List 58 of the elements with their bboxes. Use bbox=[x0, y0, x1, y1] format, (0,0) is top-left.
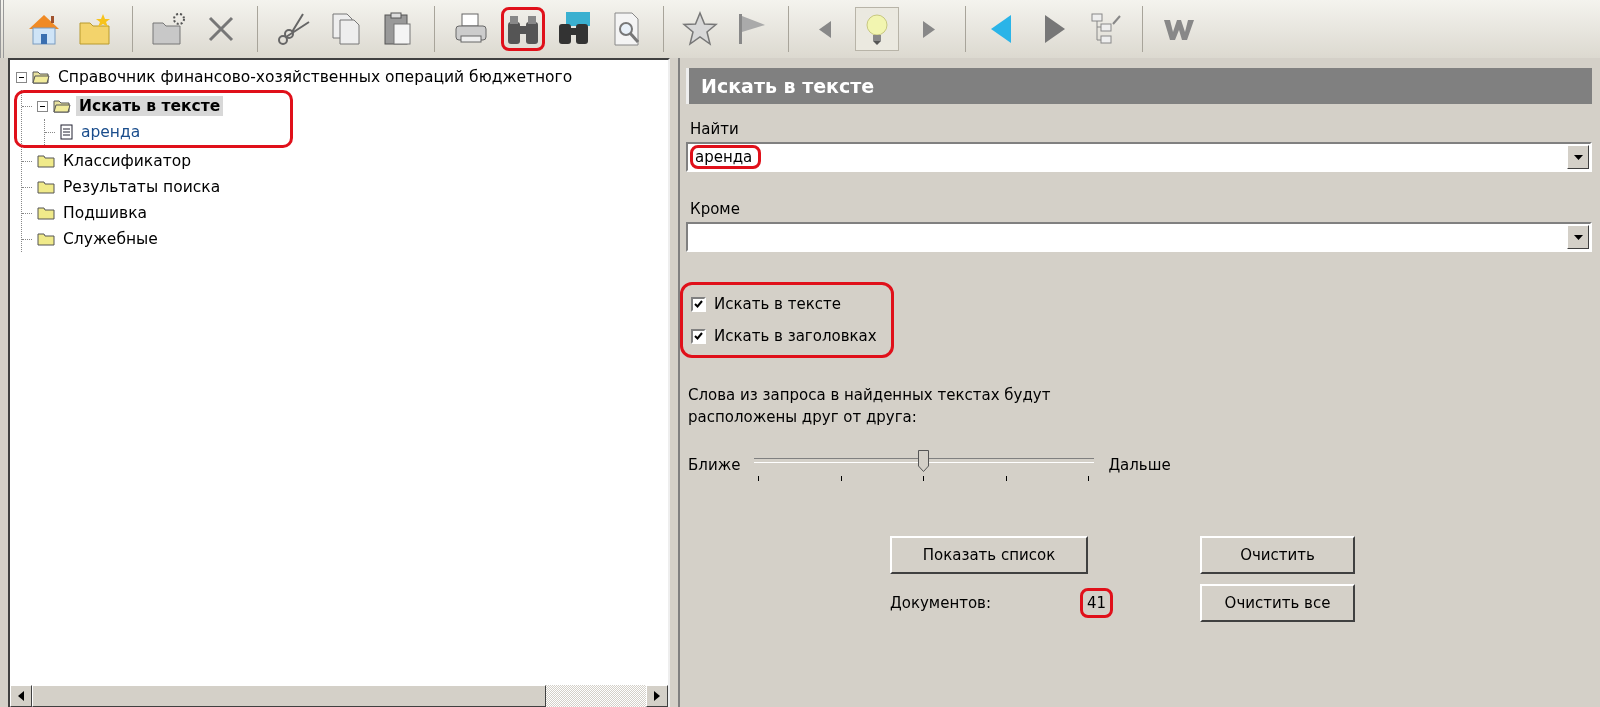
open-folder-icon bbox=[53, 99, 71, 113]
scroll-left-button[interactable] bbox=[10, 685, 32, 707]
folder-icon bbox=[37, 206, 55, 220]
checkmark-icon bbox=[694, 300, 703, 308]
tick-mark bbox=[840, 476, 842, 481]
clear-button[interactable]: Очистить bbox=[1200, 536, 1355, 574]
horizontal-scrollbar[interactable] bbox=[10, 684, 668, 707]
field-label: Кроме bbox=[690, 200, 741, 218]
clear-all-button[interactable]: Очистить все bbox=[1200, 584, 1355, 622]
left-arrow-icon bbox=[819, 20, 831, 38]
checkbox-label: Искать в заголовках bbox=[714, 327, 877, 345]
field-label: Найти bbox=[690, 120, 740, 138]
right-triangle-icon bbox=[654, 691, 660, 701]
toolbar-button[interactable] bbox=[501, 7, 545, 51]
collapse-toggle[interactable] bbox=[16, 71, 27, 83]
slider-max-label: Дальше bbox=[1108, 456, 1171, 474]
search-text: аренда bbox=[690, 145, 762, 169]
count-label: Документов: bbox=[890, 594, 992, 612]
open-folder-icon bbox=[32, 70, 50, 84]
tree-item[interactable]: Результаты поиска bbox=[60, 177, 224, 197]
tree-item[interactable]: Подшивка bbox=[60, 203, 151, 223]
folder-new-icon bbox=[150, 10, 188, 48]
scroll-thumb[interactable] bbox=[32, 685, 546, 707]
show-list-button[interactable]: Показать список bbox=[890, 536, 1088, 574]
checkbox-label: Искать в тексте bbox=[714, 295, 841, 313]
folder-icon bbox=[37, 154, 55, 168]
tick-mark bbox=[1005, 476, 1007, 481]
document-icon bbox=[60, 124, 73, 140]
folder-icon bbox=[37, 180, 55, 194]
tree-item[interactable]: аренда bbox=[78, 122, 144, 142]
distance-slider[interactable] bbox=[754, 450, 1095, 480]
count-value: 41 bbox=[1080, 588, 1114, 618]
dropdown-arrow-icon bbox=[1573, 234, 1583, 240]
dropdown-button[interactable] bbox=[1567, 225, 1589, 249]
dropdown-button[interactable] bbox=[1567, 145, 1589, 169]
star-icon bbox=[681, 10, 719, 48]
tree-item[interactable]: Справочник финансово-хозяйственных операций бюджетного bbox=[55, 67, 576, 87]
tree-item[interactable]: Искать в тексте bbox=[76, 96, 224, 116]
exclude-combobox[interactable] bbox=[686, 222, 1592, 252]
slider-min-label: Ближе bbox=[688, 456, 741, 474]
slider-thumb[interactable] bbox=[918, 450, 930, 472]
scroll-right-button[interactable] bbox=[646, 685, 668, 707]
checkbox[interactable] bbox=[691, 296, 706, 312]
dropdown-arrow-icon bbox=[1573, 154, 1583, 160]
left-triangle-icon bbox=[18, 691, 24, 701]
description-text: Слова из запроса в найденных текстах будут расположены друг от друга: bbox=[688, 385, 1052, 428]
tree-item[interactable]: Классификатор bbox=[60, 151, 195, 171]
tick-mark bbox=[758, 476, 760, 481]
tick-mark bbox=[1088, 476, 1090, 481]
tick-mark bbox=[923, 476, 925, 481]
checkmark-icon bbox=[694, 332, 703, 340]
search-combobox[interactable]: аренда bbox=[686, 142, 1592, 172]
panel-title: Искать в тексте bbox=[686, 68, 1592, 104]
right-arrow-icon bbox=[923, 20, 935, 38]
collapse-toggle[interactable] bbox=[37, 100, 48, 112]
checkbox[interactable] bbox=[691, 328, 706, 344]
tree-item[interactable]: Служебные bbox=[60, 229, 161, 249]
folder-icon bbox=[37, 232, 55, 246]
